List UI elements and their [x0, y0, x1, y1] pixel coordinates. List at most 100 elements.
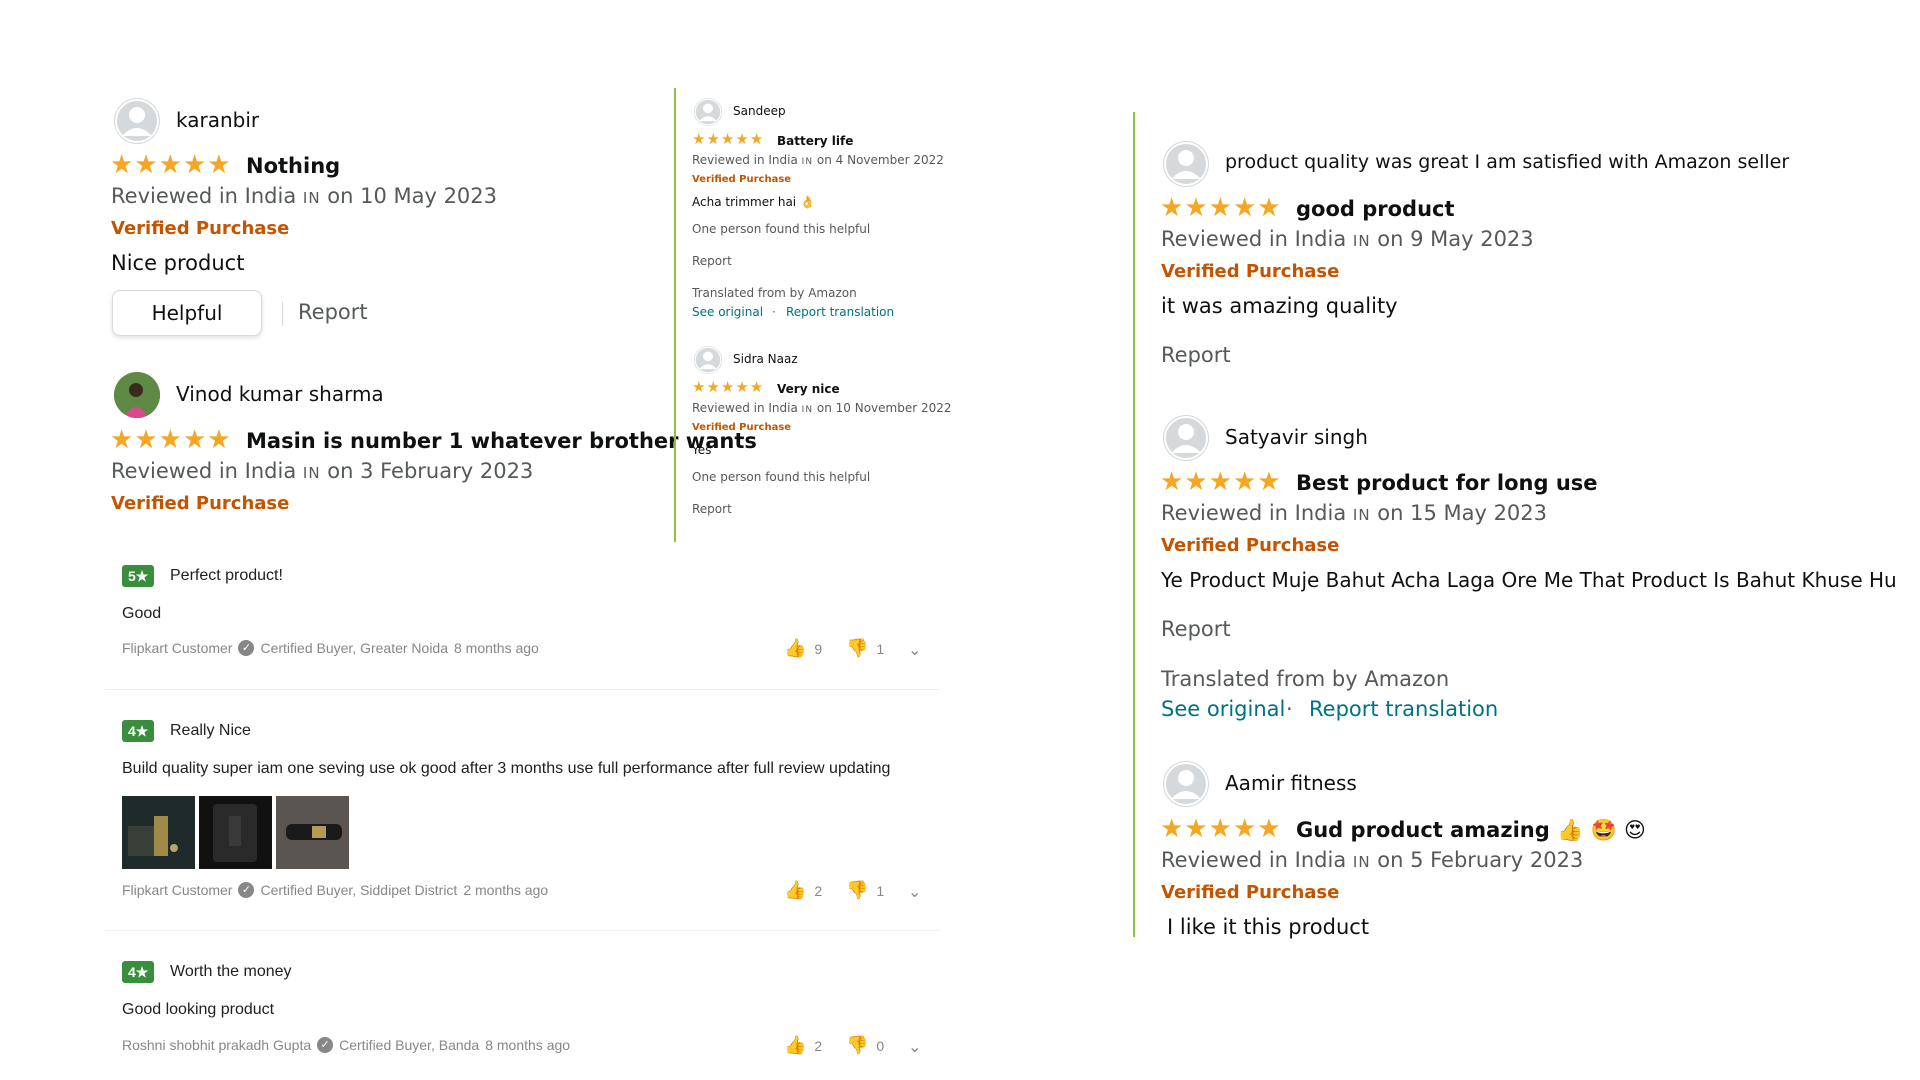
review-photo[interactable] [122, 796, 195, 869]
review-author: Flipkart Customer [122, 882, 233, 898]
upvote-count: 9 [814, 640, 823, 657]
review-title: Worth the money [170, 963, 292, 980]
review-date: Reviewed in India IN on 3 February 2023 [111, 459, 534, 483]
verified-purchase-badge: Verified Purchase [111, 493, 290, 514]
star-icon: ★ [1184, 814, 1208, 844]
report-translation-link[interactable]: Report translation [1309, 697, 1498, 721]
chevron-down-icon[interactable]: ⌄ [908, 640, 921, 660]
translated-note: Translated from by Amazon [1161, 667, 1450, 691]
verified-purchase-badge: Verified Purchase [1161, 261, 1340, 282]
divider [105, 689, 940, 690]
star-icon: ★ [720, 130, 735, 148]
review-title[interactable]: Gud product amazing 👍 🤩 😍 [1296, 818, 1646, 843]
thumbs-up-icon: 👍 [784, 880, 807, 900]
review-body: Ye Product Muje Bahut Acha Laga Ore Me T… [1161, 568, 1897, 592]
star-rating: ★ ★ ★ ★ ★ [692, 380, 763, 395]
certified-buyer: Certified Buyer, Banda [339, 1037, 480, 1053]
review-photo[interactable] [199, 796, 272, 869]
report-link[interactable]: Report [692, 502, 732, 516]
rating-badge: 5★ [122, 565, 155, 587]
review-meta: Flipkart Customer ✓ Certified Buyer, Sid… [122, 882, 548, 898]
see-original-link[interactable]: See original [692, 305, 763, 319]
see-original-link[interactable]: See original [1161, 697, 1285, 721]
verified-purchase-badge: Verified Purchase [1161, 882, 1340, 903]
certified-buyer: Certified Buyer, Greater Noida [260, 640, 448, 656]
star-icon: ★ [1232, 814, 1257, 844]
review-date: Reviewed in India IN on 10 May 2023 [111, 184, 498, 208]
star-icon: ★ [207, 150, 231, 180]
review-title[interactable]: Masin is number 1 whatever brother wants [246, 429, 757, 453]
star-icon: ★ [110, 150, 134, 180]
star-icon: ★ [1232, 467, 1257, 497]
review-photo[interactable] [276, 796, 349, 869]
star-icon: ★ [1160, 193, 1184, 223]
star-icon: ★ [692, 378, 706, 396]
helpful-count: One person found this helpful [692, 470, 871, 484]
star-icon: ★ [749, 130, 764, 148]
verified-purchase-badge: Verified Purchase [111, 218, 290, 239]
reviewer-name: Sidra Naaz [733, 352, 798, 366]
review-title[interactable]: good product [1296, 197, 1455, 221]
review-time: 2 months ago [463, 882, 549, 898]
reviewer-name: Satyavir singh [1225, 425, 1368, 449]
star-icon: ★ [692, 130, 706, 148]
star-rating: ★ ★ ★ ★ ★ [1160, 469, 1281, 495]
review-body: Good [122, 605, 162, 622]
downvote-button[interactable]: 👎 1 [846, 638, 884, 659]
certified-check-icon: ✓ [317, 1037, 334, 1053]
column-divider [674, 88, 676, 542]
review-title[interactable]: Very nice [777, 382, 840, 396]
reviewer-name: product quality was great I am satisfied… [1225, 151, 1790, 173]
star-icon: ★ [735, 130, 749, 148]
report-link[interactable]: Report [1161, 343, 1231, 367]
default-avatar-icon [1163, 415, 1209, 461]
helpful-button[interactable]: Helpful [112, 290, 262, 336]
review-body: Good looking product [122, 1001, 275, 1018]
certified-check-icon: ✓ [238, 882, 255, 898]
star-icon: ★ [735, 378, 749, 396]
star-icon: ★ [134, 150, 158, 180]
certified-buyer: Certified Buyer, Siddipet District [260, 882, 458, 898]
report-link[interactable]: Report [1161, 617, 1231, 641]
downvote-button[interactable]: 👎 0 [846, 1035, 884, 1056]
star-icon: ★ [1184, 467, 1208, 497]
star-rating: ★ ★ ★ ★ ★ [1160, 195, 1281, 221]
reviewer-name: karanbir [176, 108, 260, 132]
default-avatar-icon [114, 98, 160, 144]
rating-badge: 4★ [122, 720, 155, 742]
review-date: Reviewed in India IN on 5 February 2023 [1161, 848, 1584, 872]
star-icon: ★ [1257, 814, 1281, 844]
review-body: I like it this product [1167, 915, 1370, 939]
star-icon: ★ [706, 130, 720, 148]
translated-note: Translated from by Amazon [692, 286, 857, 300]
star-rating: ★ ★ ★ ★ ★ [110, 152, 231, 178]
review-title[interactable]: Best product for long use [1296, 471, 1598, 495]
divider [282, 302, 283, 326]
upvote-button[interactable]: 👍 2 [784, 880, 822, 901]
upvote-button[interactable]: 👍 9 [784, 638, 822, 659]
report-link[interactable]: Report [692, 254, 732, 268]
review-body: Nice product [111, 251, 245, 275]
star-icon: ★ [158, 425, 182, 455]
star-icon: ★ [182, 425, 207, 455]
chevron-down-icon[interactable]: ⌄ [908, 1037, 921, 1057]
review-title[interactable]: Battery life [777, 134, 853, 148]
upvote-button[interactable]: 👍 2 [784, 1035, 822, 1056]
downvote-button[interactable]: 👎 1 [846, 880, 884, 901]
report-link[interactable]: Report [298, 300, 368, 324]
review-author: Roshni shobhit prakadh Gupta [122, 1037, 312, 1053]
review-title[interactable]: Nothing [246, 154, 340, 178]
reviewer-name: Sandeep [733, 104, 786, 118]
downvote-count: 1 [876, 640, 885, 657]
chevron-down-icon[interactable]: ⌄ [908, 882, 921, 902]
verified-purchase-badge: Verified Purchase [1161, 535, 1340, 556]
report-translation-link[interactable]: Report translation [786, 305, 894, 319]
review-body: Build quality super iam one seving use o… [122, 760, 891, 777]
star-icon: ★ [1160, 814, 1184, 844]
default-avatar-icon [694, 98, 722, 126]
default-avatar-icon [1163, 141, 1209, 187]
upvote-count: 2 [814, 1037, 823, 1054]
thumbs-up-icon: 👍 [784, 638, 807, 658]
star-icon: ★ [1160, 467, 1184, 497]
default-avatar-icon [694, 346, 722, 374]
